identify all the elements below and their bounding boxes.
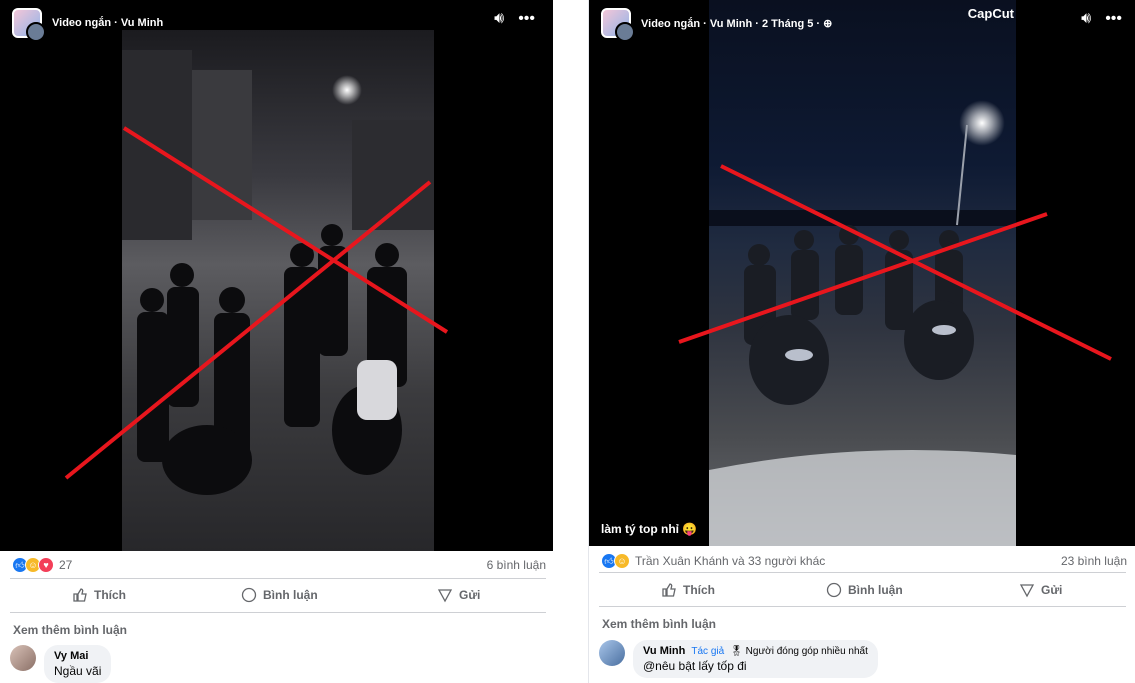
share-button[interactable]: Gửi [437, 587, 480, 603]
divider [10, 578, 546, 579]
video-caption: làm tý top nhỉ 😛 [601, 522, 698, 536]
video-controls: 🔊︎ ••• [494, 10, 535, 28]
share-icon [1019, 584, 1035, 598]
post-left: Video ngắn · Vu Minh 🔊︎ ••• 👍︎ ☺ ♥ 27 6 … [0, 0, 556, 683]
post-header: Video ngắn · Vu Minh [12, 8, 163, 42]
capcut-watermark: CapCut [967, 6, 1014, 21]
avatar[interactable] [599, 640, 625, 666]
comment-label: Bình luận [848, 583, 903, 597]
comment-icon [241, 587, 257, 603]
comment-bubble: Vu Minh Tác giả 🎖︎ Người đóng góp nhiều … [633, 640, 878, 678]
like-label: Thích [94, 588, 126, 602]
top-contributor-badge: 🎖︎ Người đóng góp nhiều nhất [730, 645, 868, 657]
video-frame [709, 0, 1016, 546]
author-badge: Tác giả [691, 645, 725, 657]
post-title[interactable]: Video ngắn · Vu Minh [52, 17, 163, 29]
post-title[interactable]: Video ngắn · Vu Minh · 2 Tháng 5 · ⊕ [641, 17, 832, 30]
reaction-count: 27 [59, 558, 73, 572]
video-player[interactable]: Video ngắn · Vu Minh 🔊︎ ••• [0, 0, 553, 551]
divider [599, 572, 1126, 573]
more-icon[interactable]: ••• [518, 10, 535, 28]
share-label: Gửi [1041, 583, 1063, 597]
page-avatar[interactable] [12, 8, 46, 42]
avatar[interactable] [10, 645, 36, 671]
comment-icon [826, 582, 842, 598]
video-controls: 🔊︎ ••• [1081, 10, 1122, 28]
reaction-summary[interactable]: 👍︎ ☺ ♥ 27 [12, 557, 72, 573]
comment-text: Ngầu vãi [54, 664, 102, 678]
video-frame [122, 30, 434, 551]
divider [10, 612, 546, 613]
like-icon [662, 583, 676, 597]
comments-count[interactable]: 6 bình luận [487, 558, 546, 572]
more-icon[interactable]: ••• [1105, 10, 1122, 28]
video-player[interactable]: Video ngắn · Vu Minh · 2 Tháng 5 · ⊕ Cap… [589, 0, 1135, 546]
comment-bubble: Vy Mai Ngầu vãi [44, 645, 112, 683]
comment-item: Vu Minh Tác giả 🎖︎ Người đóng góp nhiều … [599, 640, 878, 678]
crowd-silhouette [122, 50, 434, 495]
volume-icon[interactable]: 🔊︎ [494, 10, 504, 28]
haha-reaction-icon: ☺ [614, 553, 630, 569]
reaction-summary[interactable]: 👍︎ ☺ Trần Xuân Khánh và 33 người khác [601, 553, 825, 569]
post-header: Video ngắn · Vu Minh · 2 Tháng 5 · ⊕ [601, 8, 832, 42]
share-icon [437, 589, 453, 603]
comment-label: Bình luận [263, 588, 318, 602]
reaction-names: Trần Xuân Khánh và 33 người khác [635, 554, 826, 568]
comment-text: @nêu bật lấy tốp đi [643, 659, 747, 673]
more-comments-link[interactable]: Xem thêm bình luận [602, 617, 716, 631]
comment-item: Vy Mai Ngầu vãi [10, 645, 112, 683]
like-icon [73, 588, 87, 602]
crowd-silhouette [709, 124, 1016, 546]
love-reaction-icon: ♥ [38, 557, 54, 573]
comment-button[interactable]: Bình luận [241, 587, 318, 603]
share-label: Gửi [459, 588, 481, 602]
like-button[interactable]: Thích [72, 587, 126, 603]
volume-icon[interactable]: 🔊︎ [1081, 10, 1091, 28]
comment-header: Vu Minh Tác giả 🎖︎ Người đóng góp nhiều … [643, 645, 868, 657]
more-comments-link[interactable]: Xem thêm bình luận [13, 623, 127, 637]
comment-author[interactable]: Vy Mai [54, 650, 101, 662]
page-avatar[interactable] [601, 8, 635, 42]
share-button[interactable]: Gửi [1019, 582, 1062, 598]
comments-count[interactable]: 23 bình luận [1061, 554, 1127, 568]
like-label: Thích [683, 583, 715, 597]
post-right: Video ngắn · Vu Minh · 2 Tháng 5 · ⊕ Cap… [588, 0, 1135, 683]
comment-button[interactable]: Bình luận [826, 582, 903, 598]
like-button[interactable]: Thích [661, 582, 715, 598]
divider [599, 606, 1126, 607]
comment-author[interactable]: Vu Minh [643, 645, 685, 657]
